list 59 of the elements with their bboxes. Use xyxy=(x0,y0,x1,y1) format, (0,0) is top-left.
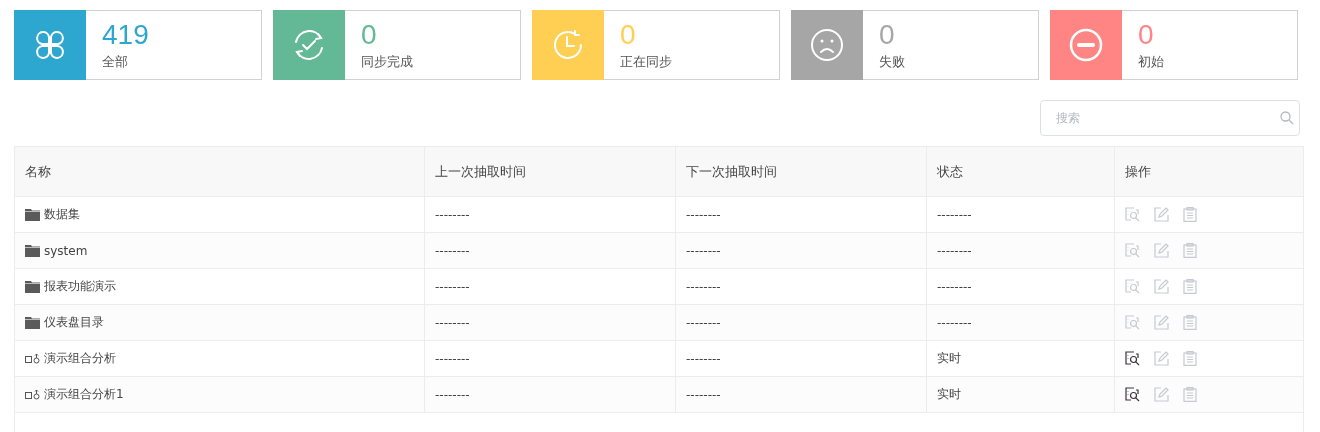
item-name[interactable]: 仪表盘目录 xyxy=(44,314,104,331)
column-header: 状态 xyxy=(927,147,1115,196)
stat-card[interactable]: 419 全部 xyxy=(14,10,262,80)
item-name[interactable]: 演示组合分析 xyxy=(44,350,116,367)
clock-icon xyxy=(551,28,585,62)
table-cell: -------- xyxy=(425,233,676,268)
search-icon xyxy=(1280,111,1294,125)
stat-label: 同步完成 xyxy=(361,53,413,71)
table-cell: -------- xyxy=(927,197,1115,232)
sync-check-icon xyxy=(292,28,326,62)
table-cell: -------- xyxy=(676,197,927,232)
table-cell: -------- xyxy=(425,377,676,412)
sad-face-icon xyxy=(810,28,844,62)
stat-card[interactable]: 0 同步完成 xyxy=(273,10,521,80)
folder-icon xyxy=(25,208,40,221)
preview-icon[interactable] xyxy=(1125,351,1140,366)
stat-label: 初始 xyxy=(1138,53,1164,71)
table-cell: 实时 xyxy=(927,377,1115,412)
table-cell: -------- xyxy=(927,269,1115,304)
folder-icon xyxy=(25,244,40,257)
search-field[interactable]: 搜索 xyxy=(1040,100,1300,136)
clover-icon xyxy=(33,28,67,62)
table-cell: -------- xyxy=(676,377,927,412)
preview-icon[interactable] xyxy=(1125,387,1140,402)
column-header: 名称 xyxy=(15,147,425,196)
folder-icon xyxy=(25,316,40,329)
item-name[interactable]: 报表功能演示 xyxy=(44,278,116,295)
stat-label: 正在同步 xyxy=(620,53,672,71)
stat-label: 全部 xyxy=(102,53,129,71)
item-name[interactable]: 演示组合分析1 xyxy=(44,386,124,403)
table-cell: -------- xyxy=(425,197,676,232)
stat-card[interactable]: 0 初始 xyxy=(1050,10,1298,80)
table-cell: -------- xyxy=(425,305,676,340)
analysis-icon xyxy=(25,353,40,364)
stat-count: 419 xyxy=(102,19,149,51)
table-cell: -------- xyxy=(927,233,1115,268)
stat-count: 0 xyxy=(879,19,896,51)
item-name[interactable]: 数据集 xyxy=(44,206,80,223)
stat-count: 0 xyxy=(620,19,637,51)
column-header: 下一次抽取时间 xyxy=(676,147,927,196)
stat-card[interactable]: 0 失败 xyxy=(791,10,1039,80)
table-cell: -------- xyxy=(676,269,927,304)
minus-circle-icon xyxy=(1069,28,1103,62)
item-name[interactable]: system xyxy=(44,243,88,258)
stat-label: 失败 xyxy=(879,53,905,71)
analysis-icon xyxy=(25,389,40,400)
folder-icon xyxy=(25,280,40,293)
table-cell: -------- xyxy=(676,341,927,376)
table-cell: -------- xyxy=(927,305,1115,340)
table-cell: -------- xyxy=(425,341,676,376)
stat-card[interactable]: 0 正在同步 xyxy=(532,10,780,80)
stat-count: 0 xyxy=(361,19,378,51)
table-cell: 实时 xyxy=(927,341,1115,376)
table-cell: -------- xyxy=(425,269,676,304)
column-header: 操作 xyxy=(1124,162,1152,181)
table-cell: -------- xyxy=(676,305,927,340)
table-cell: -------- xyxy=(676,233,927,268)
column-header: 上一次抽取时间 xyxy=(425,147,676,196)
stat-count: 0 xyxy=(1138,19,1155,51)
